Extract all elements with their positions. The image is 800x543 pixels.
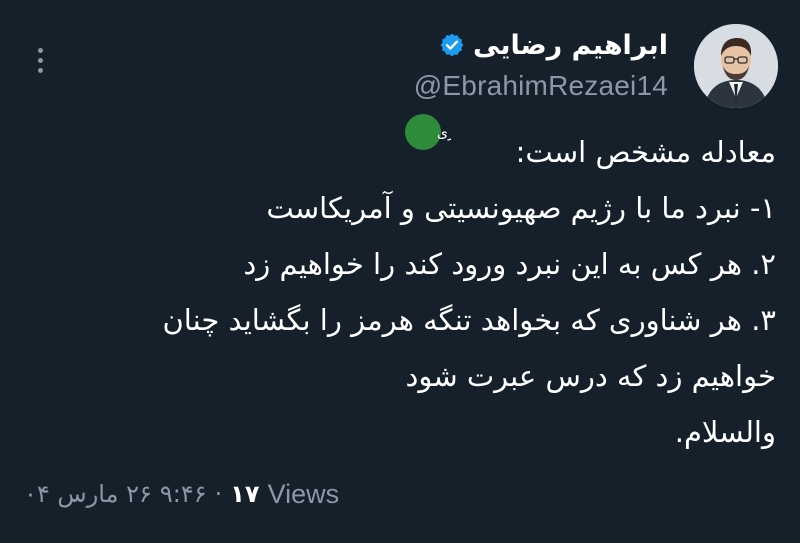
tweet-time[interactable]: ۹:۴۶ bbox=[160, 480, 207, 508]
tweet-card: ابراهیم رضایی @EbrahimRezaei14 خبرفوری bbox=[0, 0, 800, 543]
author-name-row[interactable]: ابراهیم رضایی bbox=[414, 22, 668, 68]
author-block[interactable]: ابراهیم رضایی @EbrahimRezaei14 bbox=[414, 22, 668, 102]
tweet-line: معادله مشخص است: bbox=[515, 135, 776, 169]
tweet-line: ۱- نبرد ما با رژیم صهیونسیتی و آمریکاست bbox=[266, 191, 776, 225]
views-label[interactable]: Views bbox=[268, 479, 340, 510]
more-dot-icon bbox=[37, 67, 43, 73]
more-options-button[interactable] bbox=[28, 42, 52, 78]
author-handle[interactable]: @EbrahimRezaei14 bbox=[414, 70, 668, 102]
more-dot-icon bbox=[37, 57, 43, 63]
tweet-date[interactable]: ۲۶ مارس ۰۴ bbox=[24, 480, 152, 508]
tweet-meta: ۲۶ مارس ۰۴ ۹:۴۶ · ۱۷ Views bbox=[24, 474, 339, 514]
tweet-line: ۲. هر کس به این نبرد ورود کند را خواهیم … bbox=[243, 247, 776, 281]
views-count[interactable]: ۱۷ bbox=[230, 480, 259, 508]
tweet-body: معادله مشخص است: ۱- نبرد ما با رژیم صهیو… bbox=[76, 124, 776, 460]
verified-badge-icon bbox=[440, 33, 464, 57]
tweet-line: خواهیم زد که درس عبرت شود bbox=[405, 359, 776, 393]
meta-separator: · bbox=[214, 480, 223, 508]
tweet-line: ۳. هر شناوری که بخواهد تنگه هرمز را بگشا… bbox=[162, 303, 776, 337]
avatar[interactable] bbox=[694, 24, 778, 108]
tweet-line: والسلام. bbox=[674, 415, 776, 449]
more-dot-icon bbox=[37, 47, 43, 53]
portrait-avatar-icon bbox=[694, 24, 778, 108]
author-display-name[interactable]: ابراهیم رضایی bbox=[473, 30, 668, 61]
